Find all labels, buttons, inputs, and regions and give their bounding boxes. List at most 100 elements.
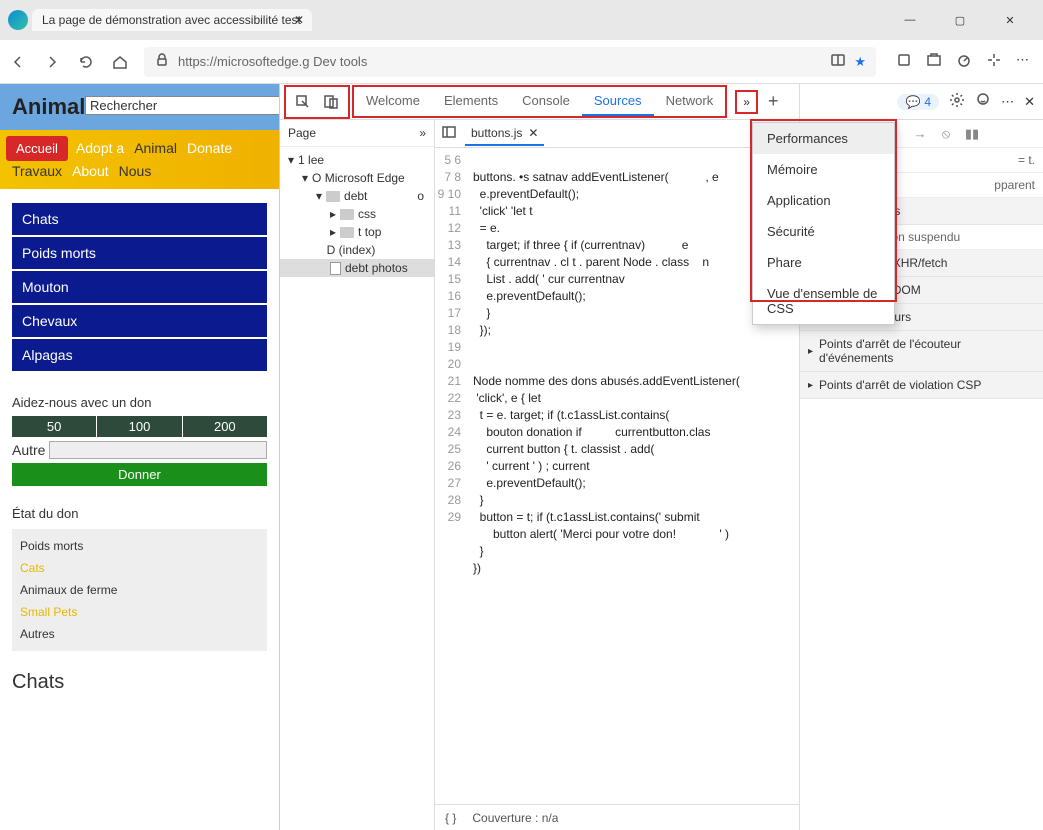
menu-security[interactable]: Sécurité	[753, 216, 894, 247]
line-gutter: 5 6 7 8 9 10 11 12 13 14 15 16 17 18 19 …	[435, 148, 467, 804]
other-input[interactable]	[49, 441, 267, 459]
status-item: Small Pets	[20, 601, 259, 623]
cat-item[interactable]: Alpagas	[12, 339, 267, 371]
reader-icon[interactable]	[830, 52, 846, 71]
webpage-view: Animal shelter Rechercher Accueil Adopt …	[0, 84, 279, 830]
forward-button	[42, 52, 62, 72]
settings-icon[interactable]	[949, 92, 965, 111]
performance-icon[interactable]	[956, 52, 972, 71]
tree-file[interactable]: D (index)	[280, 241, 434, 259]
extension-icon[interactable]	[896, 52, 912, 71]
tab-console[interactable]: Console	[510, 87, 582, 116]
status-item: Poids morts	[20, 535, 259, 557]
devtools-tabs: Welcome Elements Console Sources Network…	[280, 84, 799, 120]
menu-performances[interactable]: Performances	[753, 123, 894, 154]
close-devtools-icon[interactable]: ✕	[1024, 94, 1035, 110]
status-item: Animaux de ferme	[20, 579, 259, 601]
main-nav: Accueil Adopt a Animal Donate	[0, 130, 279, 167]
step-next-icon[interactable]: →	[912, 126, 928, 141]
cat-item[interactable]: Chats	[12, 203, 267, 235]
new-tab-button[interactable]: +	[768, 91, 779, 112]
tab-welcome[interactable]: Welcome	[354, 87, 432, 116]
address-bar: https://microsoftedge.g Dev tools ★ ⋯	[0, 40, 1043, 84]
tab-sources[interactable]: Sources	[582, 87, 654, 116]
search-input[interactable]: Rechercher	[85, 96, 279, 115]
window-controls: — ▢ ✕	[895, 14, 1035, 27]
more-icon[interactable]: ⋯	[1016, 52, 1029, 71]
nav-donate[interactable]: Donate	[185, 136, 234, 161]
tree-site[interactable]: ▾ O Microsoft Edge	[280, 169, 434, 187]
cat-item[interactable]: Poids morts	[12, 237, 267, 269]
url-field[interactable]: https://microsoftedge.g Dev tools ★	[144, 47, 876, 77]
donate-box: Aidez-nous avec un don 50 100 200 Autre …	[0, 385, 279, 496]
url-text: https://microsoftedge.g Dev tools	[178, 54, 822, 69]
device-icon[interactable]	[320, 91, 342, 113]
kebab-icon[interactable]: ⋯	[1001, 94, 1014, 110]
page-header: Animal shelter Rechercher	[0, 84, 279, 130]
nav-nous[interactable]: Nous	[119, 163, 152, 179]
amount-button[interactable]: 100	[97, 416, 181, 437]
back-button[interactable]	[8, 52, 28, 72]
close-file-icon[interactable]: ✕	[528, 126, 538, 140]
deactivate-icon[interactable]: ⦸	[938, 126, 954, 142]
home-button[interactable]	[110, 52, 130, 72]
tree-head-label[interactable]: Page	[288, 126, 316, 140]
menu-cssoverview[interactable]: Vue d'ensemble de CSS	[753, 278, 894, 324]
inspect-icon[interactable]	[292, 91, 314, 113]
tree-folder[interactable]: ▸ css	[280, 205, 434, 223]
tree-file-selected[interactable]: debt photos	[280, 259, 434, 277]
nav-travaux[interactable]: Travaux	[12, 163, 62, 179]
tree-folder[interactable]: ▸ t top	[280, 223, 434, 241]
status-item: Cats	[20, 557, 259, 579]
other-label: Autre	[12, 442, 45, 458]
nav-animal[interactable]: Animal	[132, 136, 179, 161]
browser-tab[interactable]: La page de démonstration avec accessibil…	[32, 9, 312, 31]
menu-memory[interactable]: Mémoire	[753, 154, 894, 185]
more-tabs-menu: Performances Mémoire Application Sécurit…	[752, 122, 895, 325]
cat-item[interactable]: Mouton	[12, 271, 267, 303]
more-tabs-button[interactable]: »	[735, 90, 758, 114]
tree-more-icon[interactable]: »	[419, 126, 426, 140]
category-list: Chats Poids morts Mouton Chevaux Alpagas	[0, 189, 279, 385]
favorite-icon[interactable]: ★	[854, 54, 866, 70]
footer-braces[interactable]: { }	[445, 811, 456, 825]
toggle-sidebar-icon[interactable]	[441, 124, 457, 143]
code-content[interactable]: buttons. •s satnav addEventListener( , e…	[467, 148, 799, 804]
tab-network[interactable]: Network	[654, 87, 726, 116]
donate-button[interactable]: Donner	[12, 463, 267, 486]
nav-about[interactable]: About	[72, 163, 109, 179]
cat-item[interactable]: Chevaux	[12, 305, 267, 337]
section-heading: Chats	[0, 661, 279, 704]
code-editor: buttons.js ✕ 5 6 7 8 9 10 11 12 13 14 15…	[435, 120, 799, 830]
nav-adopt[interactable]: Adopt a	[74, 136, 126, 161]
tab-elements[interactable]: Elements	[432, 87, 510, 116]
tab-title: La page de démonstration avec accessibil…	[42, 13, 301, 27]
editor-tab[interactable]: buttons.js ✕	[465, 122, 544, 146]
issues-badge[interactable]: 💬 4	[897, 94, 939, 110]
menu-lighthouse[interactable]: Phare	[753, 247, 894, 278]
sparkle-icon[interactable]	[986, 52, 1002, 71]
inspect-tools	[284, 85, 350, 119]
devtools-panel: Welcome Elements Console Sources Network…	[279, 84, 1043, 830]
close-button[interactable]: ✕	[995, 14, 1025, 27]
amount-button[interactable]: 200	[183, 416, 267, 437]
dbg-section[interactable]: ▸Points d'arrêt de l'écouteur d'événemen…	[800, 331, 1043, 372]
feedback-icon[interactable]	[975, 92, 991, 111]
minimize-button[interactable]: —	[895, 14, 925, 27]
footer-coverage: Couverture : n/a	[472, 811, 558, 825]
nav-home[interactable]: Accueil	[6, 136, 68, 161]
tree-folder[interactable]: ▾ debto	[280, 187, 434, 205]
close-tab-icon[interactable]: ✕	[294, 13, 304, 27]
dbg-section[interactable]: ▸Points d'arrêt de violation CSP	[800, 372, 1043, 399]
amount-button[interactable]: 50	[12, 416, 96, 437]
edge-logo-icon	[8, 10, 28, 30]
reload-button[interactable]	[76, 52, 96, 72]
menu-application[interactable]: Application	[753, 185, 894, 216]
status-item: Autres	[20, 623, 259, 645]
main-nav-row2: Travaux About Nous	[0, 163, 279, 189]
tree-root[interactable]: ▾ 1 lee	[280, 151, 434, 169]
file-tree-pane: Page » ▾ 1 lee ▾ O Microsoft Edge ▾ debt…	[280, 120, 435, 830]
maximize-button[interactable]: ▢	[945, 14, 975, 27]
collections-icon[interactable]	[926, 52, 942, 71]
pause-exc-icon[interactable]: ▮▮	[964, 126, 980, 142]
